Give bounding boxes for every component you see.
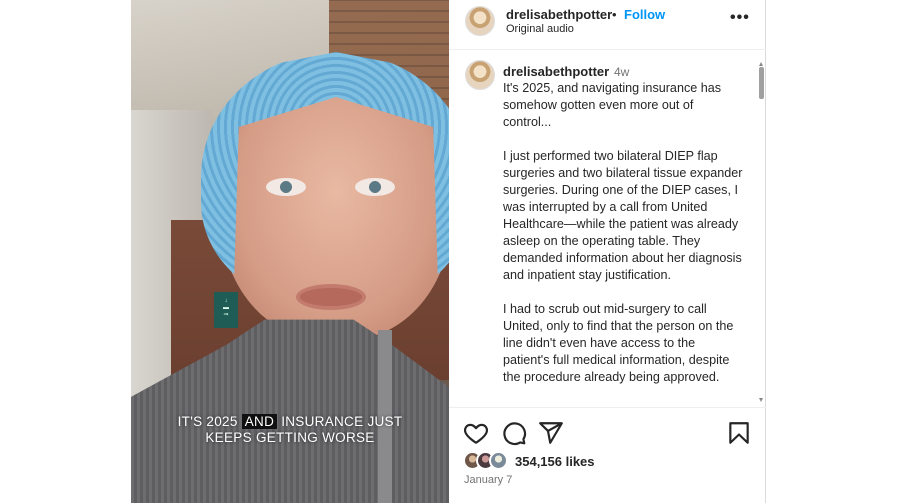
comment-time[interactable]: 4w [614, 65, 629, 79]
reel-video[interactable]: ↓ ▬ ⇒ IT'S 2025 AND INSURANCE JUST KEEPS G… [131, 0, 449, 503]
post-date[interactable]: January 7 [464, 474, 512, 486]
share-icon[interactable] [538, 420, 564, 446]
comment-icon[interactable] [501, 420, 527, 446]
post-header: drelisabethpotter • Follow Original audi… [449, 0, 766, 50]
comment-avatar[interactable] [465, 60, 495, 90]
scrollbar-thumb[interactable] [759, 67, 764, 99]
comment-username[interactable]: drelisabethpotter [503, 64, 609, 79]
wall-sign: ↓ ▬ ⇒ [214, 292, 238, 328]
video-caption: IT'S 2025 AND INSURANCE JUST KEEPS GETTI… [177, 414, 403, 445]
author-username[interactable]: drelisabethpotter [506, 7, 612, 22]
scroll-up-icon[interactable] [759, 62, 763, 66]
likes-count[interactable]: 354,156 likes [515, 454, 595, 469]
more-icon[interactable]: ••• [730, 9, 750, 27]
heart-icon[interactable] [463, 420, 489, 446]
scroll-down-icon[interactable] [759, 398, 763, 402]
author-avatar[interactable] [465, 6, 495, 36]
audio-label[interactable]: Original audio [506, 23, 574, 35]
bookmark-icon[interactable] [726, 420, 752, 446]
post-panel: drelisabethpotter • Follow Original audi… [449, 0, 766, 503]
action-bar: 354,156 likes January 7 [449, 407, 766, 503]
liker-avatar [489, 451, 508, 470]
comment-scrollbar[interactable] [759, 62, 764, 402]
caption-comment: drelisabethpotter 4w It's 2025, and navi… [449, 51, 766, 407]
comment-text: It's 2025, and navigating insurance has … [503, 81, 743, 384]
separator-dot: • [612, 7, 617, 22]
follow-button[interactable]: Follow [624, 7, 665, 22]
